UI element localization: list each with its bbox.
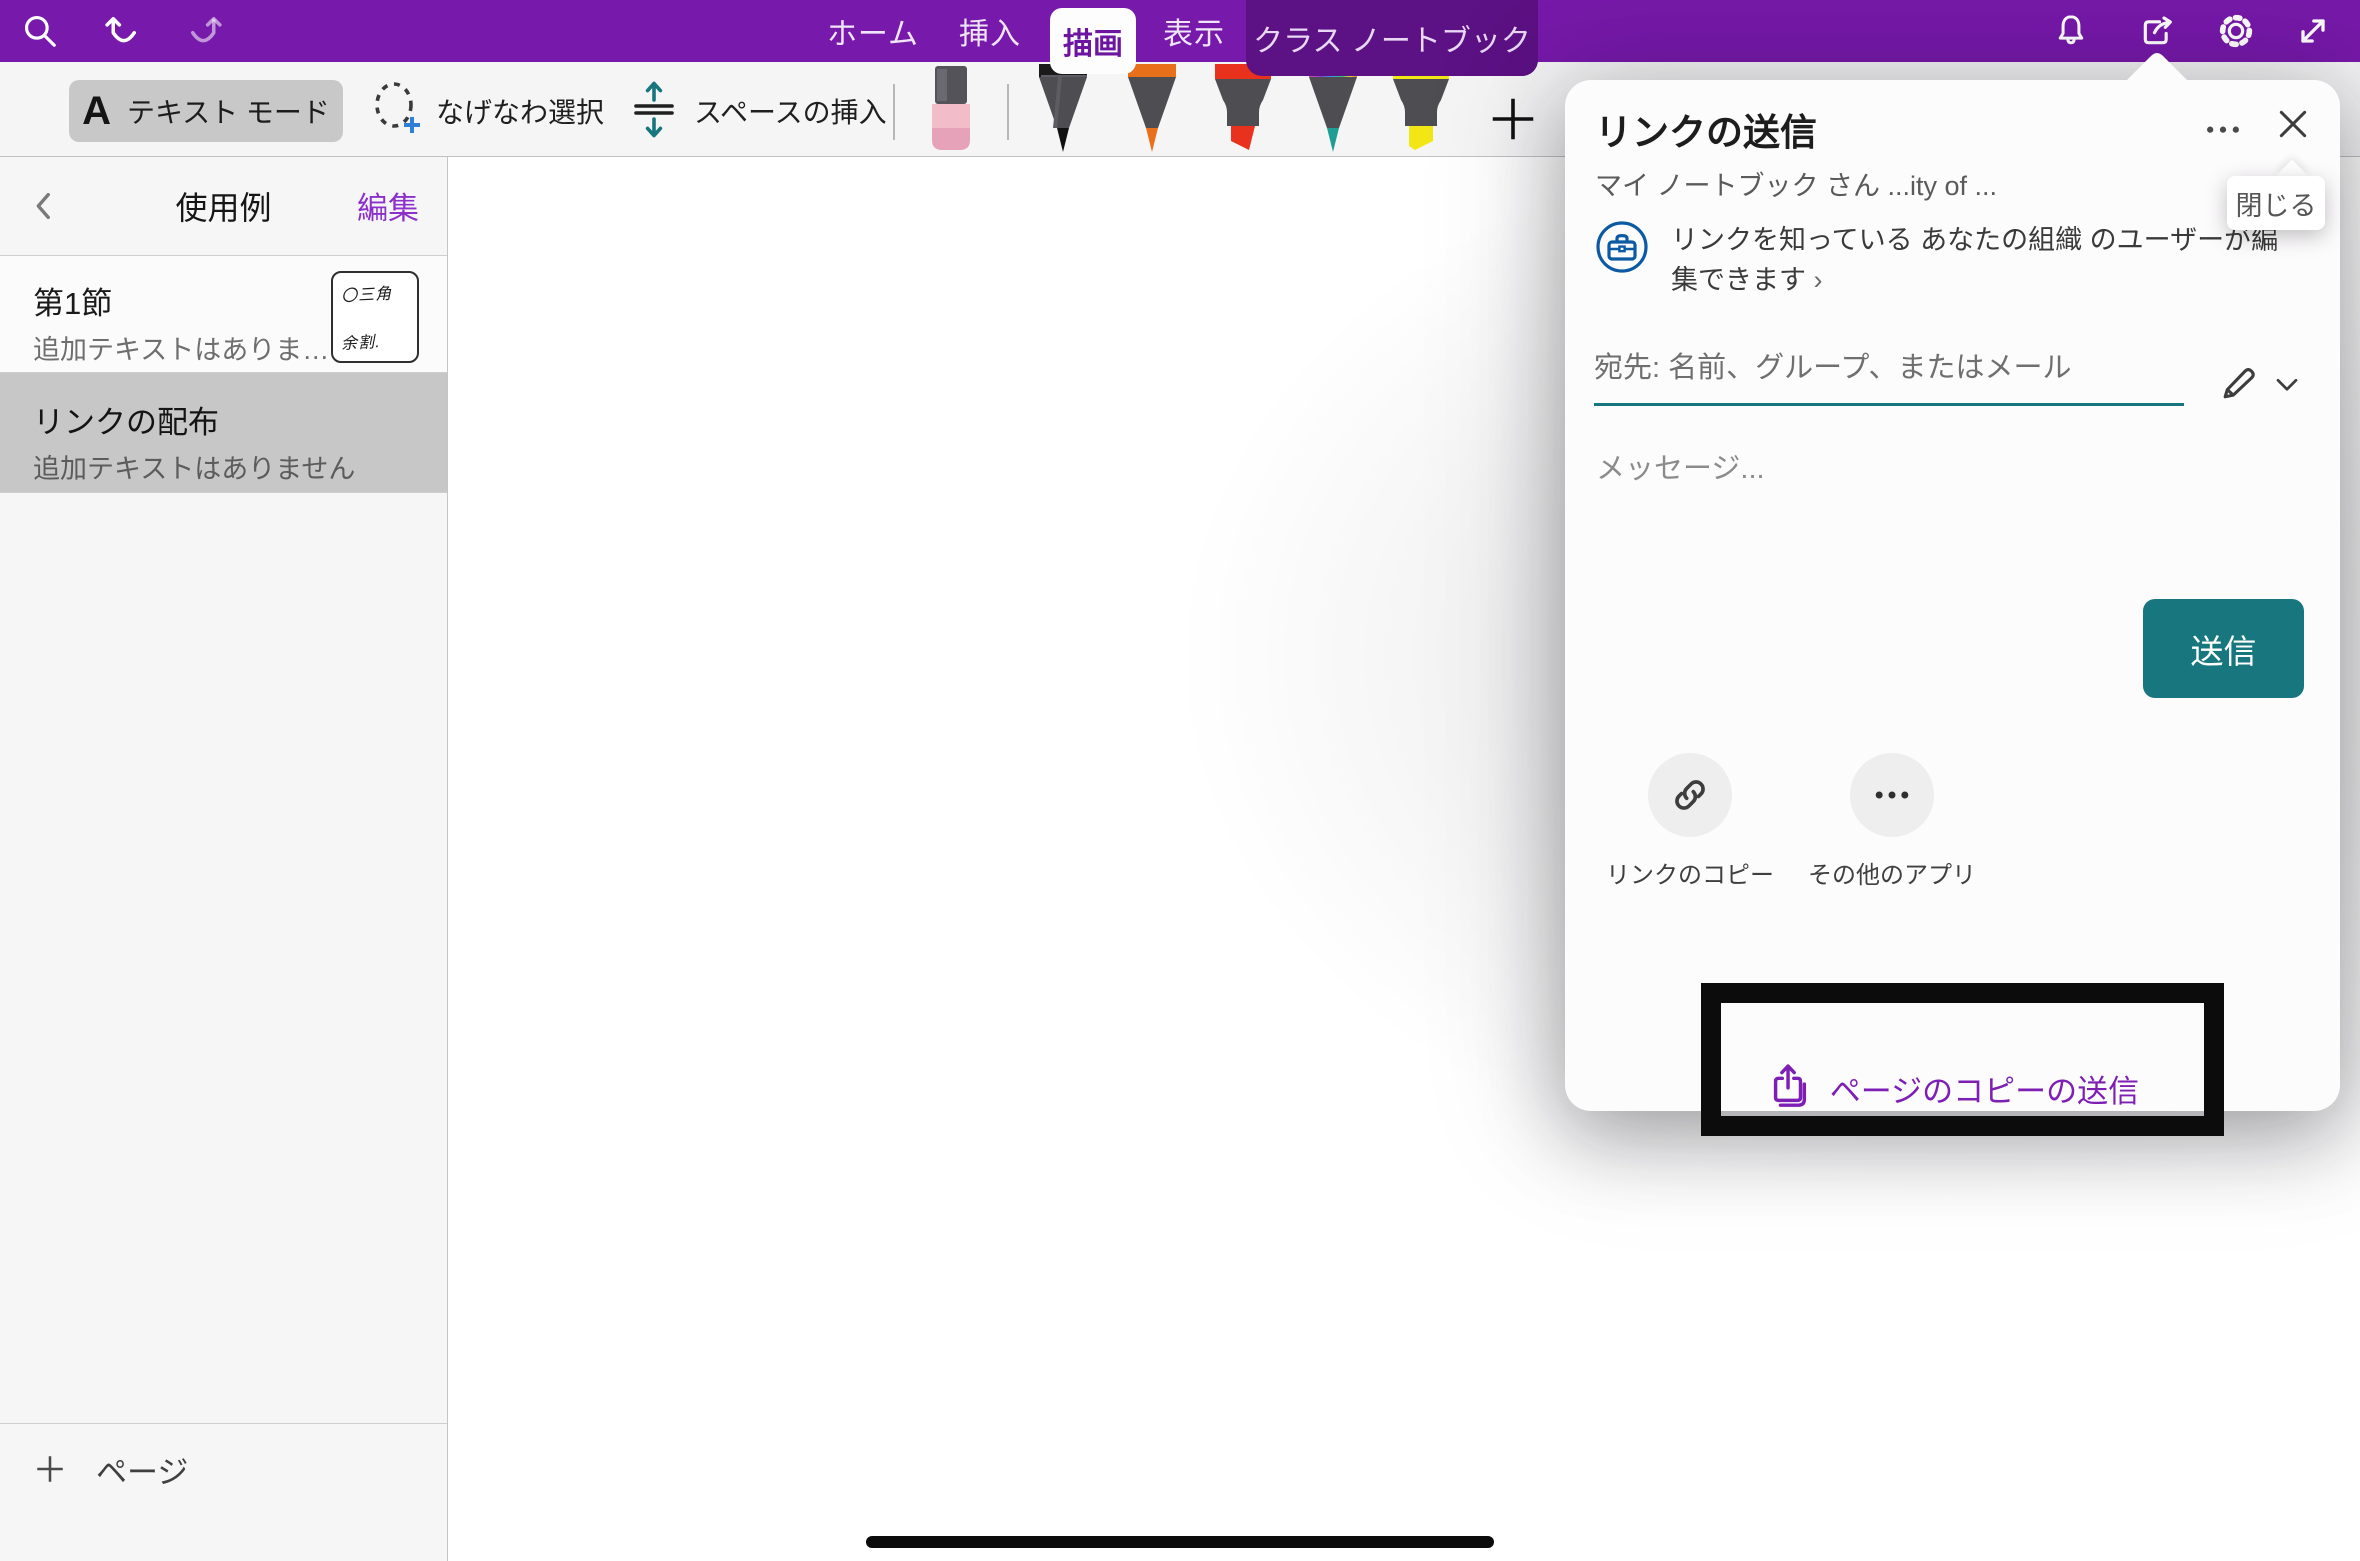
recipient-input[interactable] [1594, 352, 2184, 406]
more-options-button[interactable] [2195, 100, 2251, 152]
close-icon [2273, 104, 2313, 144]
more-apps-ellipsis-icon [1850, 753, 1934, 837]
chevron-down-icon [2269, 366, 2305, 402]
permission-text: リンクを知っている あなたの組織 のユーザーが編集できます › [1671, 220, 2291, 300]
send-link-dialog: リンクの送信 マイ ノートブック さん ...ity of ... 閉じる リン… [1565, 80, 2340, 1111]
link-icon [1648, 753, 1732, 837]
top-app-bar: ホーム 挿入 描画 表示 クラス ノートブック [0, 0, 2360, 62]
tab-class-notebook[interactable]: クラス ノートブック [1246, 0, 1538, 76]
page-item-section1[interactable]: 第1節 追加テキストはありま… 〇三角 余割. [0, 256, 447, 372]
copy-link-label: リンクのコピー [1606, 855, 1774, 890]
text-mode-button[interactable]: A テキスト モード [69, 80, 343, 142]
insert-space-label: スペースの挿入 [694, 91, 887, 131]
thumbnail-handwriting-line1: 〇三角 [340, 280, 392, 307]
page-snippet: 追加テキストはありません [33, 447, 355, 486]
dialog-callout-arrow [2125, 50, 2189, 82]
insert-space-icon [628, 79, 680, 144]
rainbow-pen-tool[interactable] [1302, 62, 1364, 159]
redo-icon[interactable] [179, 5, 231, 57]
send-page-copy-button[interactable]: ページのコピーの送信 [1565, 1028, 2340, 1148]
lasso-select-button[interactable]: なげなわ選択 [372, 80, 604, 142]
thumbnail-handwriting-line2: 余割. [340, 328, 381, 354]
recipient-field [1594, 352, 2219, 406]
add-pen-button[interactable] [1482, 88, 1544, 150]
briefcase-icon [1595, 220, 1649, 300]
plus-icon [1486, 92, 1540, 146]
add-page-label: ページ [96, 1447, 188, 1492]
message-input[interactable] [1594, 452, 2218, 487]
edit-button[interactable]: 編集 [357, 156, 419, 255]
lasso-icon [372, 81, 422, 142]
copy-link-button[interactable]: リンクのコピー [1610, 753, 1770, 890]
home-indicator[interactable] [866, 1536, 1494, 1548]
insert-space-button[interactable]: スペースの挿入 [628, 80, 887, 142]
more-apps-label: その他のアプリ [1808, 855, 1976, 890]
undo-icon[interactable] [96, 5, 148, 57]
tab-home[interactable]: ホーム [818, 0, 928, 62]
lasso-label: なげなわ選択 [436, 91, 604, 131]
page-title: リンクの配布 [33, 397, 219, 442]
black-pen-tool[interactable] [1032, 62, 1094, 159]
page-list-panel: 使用例 編集 第1節 追加テキストはありま… 〇三角 余割. リンクの配布 追加… [0, 156, 448, 1561]
dialog-subtitle: マイ ノートブック さん ...ity of ... [1595, 164, 2235, 203]
share-page-icon [1766, 1061, 1812, 1116]
divider [0, 492, 447, 493]
orange-pen-tool[interactable] [1121, 62, 1183, 159]
chevron-right: › [1814, 265, 1823, 295]
message-field [1594, 452, 2234, 487]
tab-draw[interactable]: 描画 [1050, 8, 1136, 74]
ellipsis-icon [2201, 104, 2245, 148]
notifications-icon[interactable] [2045, 5, 2097, 57]
fullscreen-icon[interactable] [2287, 5, 2339, 57]
tab-insert[interactable]: 挿入 [942, 0, 1038, 62]
red-marker-tool[interactable] [1212, 62, 1274, 159]
plus-icon [32, 1451, 68, 1487]
yellow-highlighter-tool[interactable] [1390, 62, 1452, 159]
edit-recipient-pencil-button[interactable] [2213, 358, 2263, 408]
tab-view[interactable]: 表示 [1156, 0, 1232, 62]
text-mode-label: テキスト モード [127, 91, 330, 131]
page-snippet: 追加テキストはありま… [33, 328, 329, 367]
search-icon[interactable] [14, 5, 66, 57]
letter-a-icon: A [82, 91, 111, 131]
pencil-icon [2216, 361, 2260, 405]
toolbar-divider [1007, 84, 1009, 140]
more-apps-button[interactable]: その他のアプリ [1812, 753, 1972, 890]
page-title: 第1節 [33, 278, 112, 323]
page-thumbnail: 〇三角 余割. [331, 271, 419, 363]
page-item-link-distribution[interactable]: リンクの配布 追加テキストはありません [0, 373, 447, 492]
add-page-button[interactable]: ページ [0, 1424, 447, 1514]
recipient-options-chevron[interactable] [2265, 362, 2309, 406]
toolbar-divider [893, 84, 895, 140]
link-permission-button[interactable]: リンクを知っている あなたの組織 のユーザーが編集できます › [1595, 220, 2295, 300]
close-button[interactable] [2265, 98, 2321, 150]
eraser-tool[interactable] [928, 62, 974, 159]
send-page-copy-label: ページのコピーの送信 [1830, 1066, 2139, 1111]
send-button[interactable]: 送信 [2143, 599, 2304, 698]
dialog-title: リンクの送信 [1595, 102, 1817, 156]
settings-icon[interactable] [2210, 5, 2262, 57]
close-tooltip: 閉じる [2227, 176, 2325, 230]
